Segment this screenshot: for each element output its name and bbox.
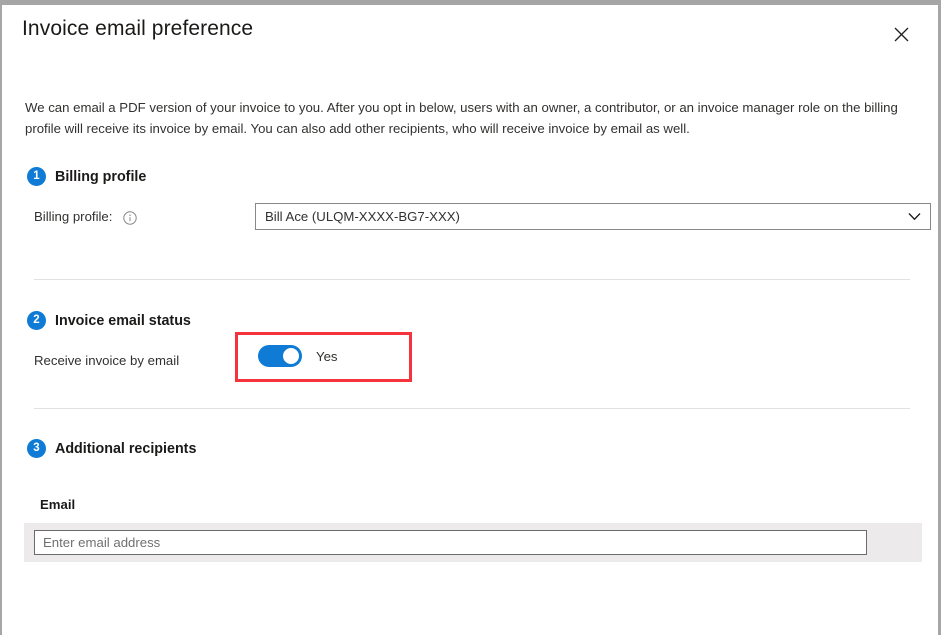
billing-profile-selected-value: Bill Ace (ULQM-XXXX-BG7-XXX) <box>265 209 906 224</box>
email-column-header: Email <box>40 497 75 512</box>
receive-invoice-toggle[interactable] <box>258 345 302 367</box>
close-icon <box>894 27 909 42</box>
title-bar: Invoice email preference <box>2 5 938 65</box>
section-title-billing-profile: Billing profile <box>55 169 146 185</box>
section-title-invoice-email-status: Invoice email status <box>55 313 191 329</box>
section-title-additional-recipients: Additional recipients <box>55 441 196 457</box>
billing-profile-label-text: Billing profile: <box>34 209 112 224</box>
divider-2 <box>34 408 910 409</box>
step-badge-1: 1 <box>27 167 46 186</box>
toggle-state-label: Yes <box>316 349 338 364</box>
panel-inner: Invoice email preference We can email a … <box>2 5 938 635</box>
receive-invoice-label: Receive invoice by email <box>34 353 179 368</box>
billing-profile-field-label: Billing profile: <box>34 209 137 225</box>
close-button[interactable] <box>888 21 914 47</box>
section-header-billing-profile: 1 Billing profile <box>27 167 146 186</box>
email-input[interactable] <box>34 530 867 555</box>
description-text: We can email a PDF version of your invoi… <box>25 97 915 139</box>
section-header-additional-recipients: 3 Additional recipients <box>27 439 196 458</box>
invoice-email-preference-panel: Invoice email preference We can email a … <box>0 0 941 635</box>
page-title: Invoice email preference <box>22 17 253 41</box>
step-badge-2: 2 <box>27 311 46 330</box>
toggle-knob <box>283 348 299 364</box>
email-row <box>24 523 922 562</box>
chevron-down-icon <box>906 212 922 221</box>
section-header-invoice-email-status: 2 Invoice email status <box>27 311 191 330</box>
divider-1 <box>34 279 910 280</box>
receive-invoice-toggle-row: Yes <box>258 345 338 367</box>
billing-profile-dropdown[interactable]: Bill Ace (ULQM-XXXX-BG7-XXX) <box>255 203 931 230</box>
step-badge-3: 3 <box>27 439 46 458</box>
info-icon[interactable] <box>123 211 137 225</box>
